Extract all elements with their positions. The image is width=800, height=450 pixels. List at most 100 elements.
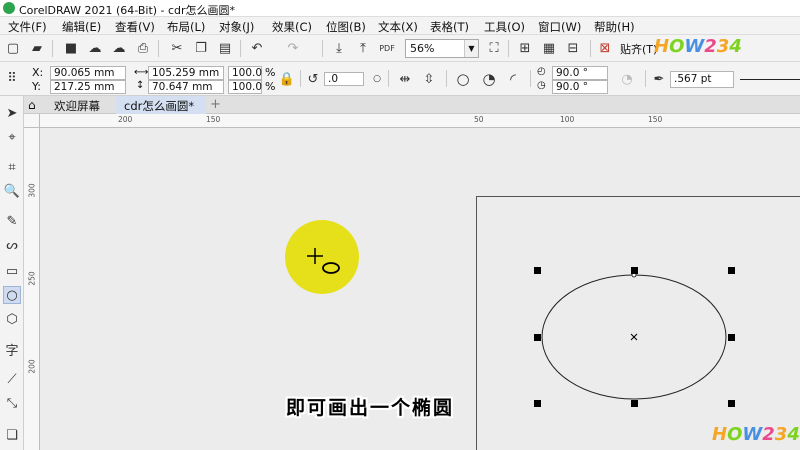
cloud-upload-icon[interactable]: ☁ bbox=[86, 39, 104, 57]
home-icon[interactable]: ⌂ bbox=[28, 98, 36, 112]
artistic-media-tool-icon[interactable]: ᔕ bbox=[3, 236, 21, 254]
copy-icon[interactable]: ❐ bbox=[192, 39, 210, 57]
zoom-tool-icon[interactable]: 🔍 bbox=[3, 182, 21, 200]
start-angle-field[interactable]: 90.0 ° bbox=[552, 66, 608, 80]
full-screen-icon[interactable]: ⛶ bbox=[485, 39, 503, 57]
export-pdf-icon[interactable]: PDF bbox=[378, 39, 396, 57]
import-icon[interactable]: ⤓ bbox=[330, 39, 348, 57]
ruler-tick-label: 200 bbox=[27, 359, 37, 374]
print-icon[interactable]: ⎙ bbox=[134, 39, 152, 57]
polygon-tool-icon[interactable]: ⬡ bbox=[3, 310, 21, 328]
menu-bitmaps[interactable]: 位图(B) bbox=[326, 19, 366, 35]
rotation-center-icon[interactable]: ○ bbox=[368, 70, 386, 88]
horizontal-ruler[interactable]: 200 150 50 100 150 bbox=[40, 114, 800, 128]
tab-document[interactable]: cdr怎么画圆* bbox=[116, 96, 206, 114]
show-rulers-icon[interactable]: ⊞ bbox=[516, 39, 534, 57]
arc-mode-icon[interactable]: ◜ bbox=[504, 70, 522, 88]
menu-bar: 文件(F) 编辑(E) 查看(V) 布局(L) 对象(J) 效果(C) 位图(B… bbox=[0, 17, 800, 35]
show-guidelines-icon[interactable]: ⊟ bbox=[564, 39, 582, 57]
x-position-field[interactable]: 90.065 mm bbox=[50, 66, 126, 80]
show-grid-icon[interactable]: ▦ bbox=[540, 39, 558, 57]
connector-tool-icon[interactable]: ⤡ bbox=[3, 394, 21, 412]
selection-handle[interactable] bbox=[534, 267, 541, 274]
new-document-icon[interactable]: ▢ bbox=[4, 39, 22, 57]
scale-height-field[interactable]: 100.0 bbox=[228, 80, 262, 94]
ellipse-mode-icon[interactable]: ○ bbox=[454, 70, 472, 88]
mirror-horizontal-icon[interactable]: ⇹ bbox=[396, 70, 414, 88]
height-field[interactable]: 70.647 mm bbox=[148, 80, 224, 94]
text-tool-icon[interactable]: 字 bbox=[3, 340, 21, 359]
snap-to-label[interactable]: 贴齐(T) bbox=[620, 41, 657, 57]
drop-shadow-tool-icon[interactable]: ❏ bbox=[3, 426, 21, 444]
menu-table[interactable]: 表格(T) bbox=[430, 19, 469, 35]
object-origin-icon[interactable]: ⠿ bbox=[3, 69, 21, 87]
ellipse-cursor-icon bbox=[307, 248, 340, 274]
menu-window[interactable]: 窗口(W) bbox=[538, 19, 581, 35]
menu-tools[interactable]: 工具(O) bbox=[484, 19, 525, 35]
menu-layout[interactable]: 布局(L) bbox=[167, 19, 205, 35]
end-angle-field[interactable]: 90.0 ° bbox=[552, 80, 608, 94]
scale-width-field[interactable]: 100.0 bbox=[228, 66, 262, 80]
pie-mode-icon[interactable]: ◔ bbox=[480, 70, 498, 88]
watermark-logo: HOW234 bbox=[654, 36, 742, 57]
ellipse-tool-icon[interactable]: ○ bbox=[3, 286, 21, 304]
snap-icon[interactable]: ⊠ bbox=[596, 39, 614, 57]
vertical-ruler[interactable]: 300 250 200 bbox=[24, 128, 40, 450]
lock-ratio-icon[interactable]: 🔒 bbox=[278, 70, 296, 88]
rectangle-tool-icon[interactable]: ▭ bbox=[3, 262, 21, 280]
selection-handle[interactable] bbox=[534, 400, 541, 407]
y-position-field[interactable]: 217.25 mm bbox=[50, 80, 126, 94]
y-label: Y: bbox=[32, 80, 41, 93]
menu-edit[interactable]: 编辑(E) bbox=[62, 19, 101, 35]
width-field[interactable]: 105.259 mm bbox=[148, 66, 224, 80]
add-tab-icon[interactable]: + bbox=[210, 97, 221, 112]
outline-width-select[interactable]: .567 pt bbox=[670, 71, 734, 88]
selected-ellipse[interactable] bbox=[530, 262, 742, 412]
ruler-tick-label: 150 bbox=[206, 115, 221, 124]
paste-icon[interactable]: ▤ bbox=[216, 39, 234, 57]
start-angle-icon: ◴ bbox=[537, 66, 546, 77]
document-tabs: ⌂ 欢迎屏幕 cdr怎么画圆* + bbox=[24, 96, 800, 114]
ruler-origin[interactable] bbox=[24, 114, 40, 128]
menu-text[interactable]: 文本(X) bbox=[378, 19, 418, 35]
rotation-field[interactable]: .0 bbox=[324, 72, 364, 86]
selection-handle[interactable] bbox=[728, 400, 735, 407]
redo-icon[interactable]: ↷ bbox=[284, 39, 302, 57]
export-icon[interactable]: ⤒ bbox=[354, 39, 372, 57]
scale-height-percent: % bbox=[265, 80, 276, 93]
chevron-down-icon: ▼ bbox=[464, 40, 478, 57]
outline-width-value: .567 pt bbox=[674, 73, 712, 85]
undo-icon[interactable]: ↶ bbox=[248, 39, 266, 57]
ruler-tick-label: 300 bbox=[27, 183, 37, 198]
menu-file[interactable]: 文件(F) bbox=[8, 19, 47, 35]
save-icon[interactable]: ■ bbox=[62, 39, 80, 57]
shape-tool-icon[interactable]: ⌖ bbox=[3, 128, 21, 146]
ruler-tick-label: 100 bbox=[560, 115, 575, 124]
menu-view[interactable]: 查看(V) bbox=[115, 19, 155, 35]
selection-handle[interactable] bbox=[728, 267, 735, 274]
pick-tool-icon[interactable]: ➤ bbox=[3, 104, 21, 122]
mirror-vertical-icon[interactable]: ⇳ bbox=[420, 70, 438, 88]
menu-effects[interactable]: 效果(C) bbox=[272, 19, 312, 35]
direction-icon[interactable]: ◔ bbox=[618, 70, 636, 88]
cloud-download-icon[interactable]: ☁ bbox=[110, 39, 128, 57]
title-bar: CorelDRAW 2021 (64-Bit) - cdr怎么画圆* bbox=[0, 0, 800, 17]
zoom-level-select[interactable]: 56% ▼ bbox=[405, 39, 479, 58]
parallel-dimension-tool-icon[interactable]: ⟋ bbox=[3, 370, 21, 388]
selection-handle[interactable] bbox=[631, 267, 638, 274]
crop-tool-icon[interactable]: ⌗ bbox=[3, 158, 21, 176]
open-folder-icon[interactable]: ▰ bbox=[28, 39, 46, 57]
window-title: CorelDRAW 2021 (64-Bit) - cdr怎么画圆* bbox=[19, 4, 236, 17]
freehand-tool-icon[interactable]: ✎ bbox=[3, 212, 21, 230]
selection-handle[interactable] bbox=[534, 334, 541, 341]
toolbox: ➤ ⌖ ⌗ 🔍 ✎ ᔕ ▭ ○ ⬡ 字 ⟋ ⤡ ❏ bbox=[0, 96, 24, 450]
height-icon: ↕ bbox=[136, 80, 145, 91]
selection-handle[interactable] bbox=[631, 400, 638, 407]
tab-welcome-screen[interactable]: 欢迎屏幕 bbox=[46, 96, 108, 114]
menu-object[interactable]: 对象(J) bbox=[219, 19, 254, 35]
line-style-preview[interactable] bbox=[740, 79, 800, 80]
selection-handle[interactable] bbox=[728, 334, 735, 341]
cut-icon[interactable]: ✂ bbox=[168, 39, 186, 57]
menu-help[interactable]: 帮助(H) bbox=[594, 19, 635, 35]
zoom-value: 56% bbox=[410, 42, 435, 55]
